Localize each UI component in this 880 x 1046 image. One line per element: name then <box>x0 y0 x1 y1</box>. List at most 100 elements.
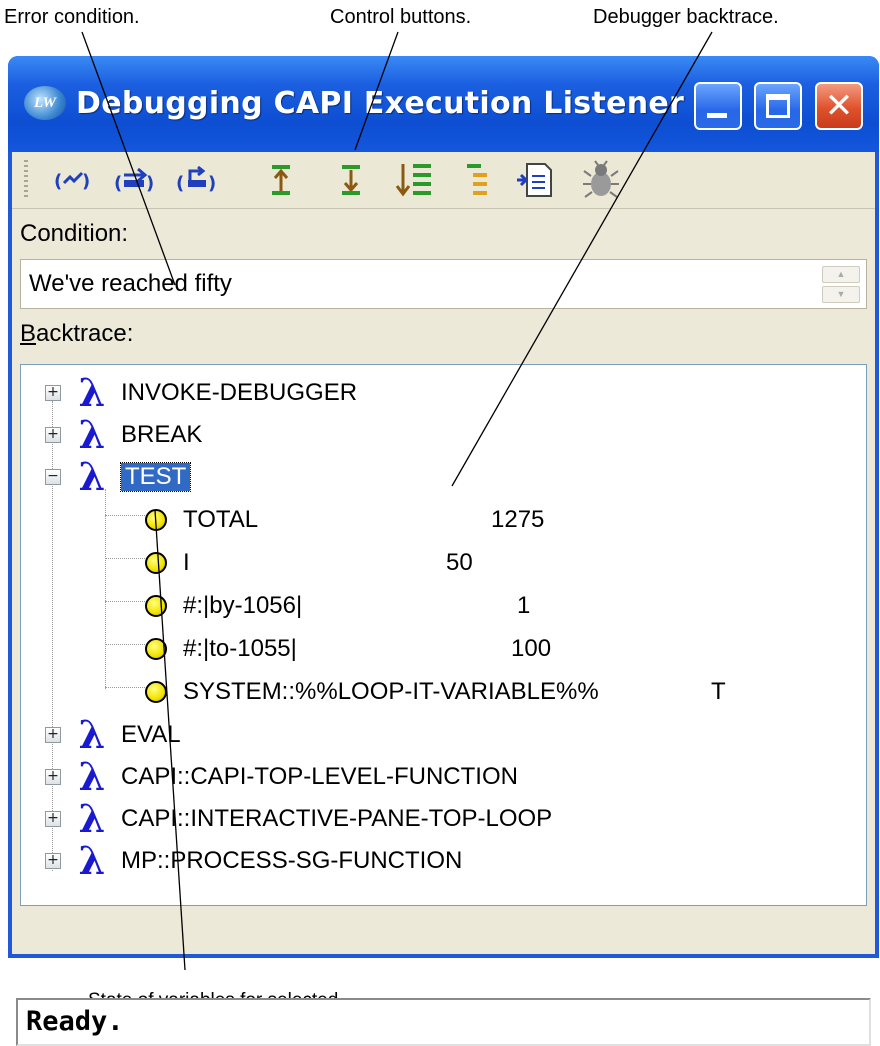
lambda-icon: λ <box>78 796 106 841</box>
debugger-window: LW Debugging CAPI Execution Listener 1 ✕… <box>8 56 879 1046</box>
maximize-icon <box>766 94 790 118</box>
frame-down-button[interactable] <box>328 158 374 202</box>
svg-text:): ) <box>208 173 216 194</box>
lambda-icon: λ <box>78 412 106 457</box>
toolbar-grip[interactable] <box>24 160 28 200</box>
svg-text:(: ( <box>176 173 184 194</box>
frame-row[interactable]: + λ MP::PROCESS-SG-FUNCTION <box>45 841 462 881</box>
variable-bullet-icon <box>145 638 167 660</box>
debug-bug-icon <box>583 160 619 198</box>
variable-row[interactable]: SYSTEM::%%LOOP-IT-VARIABLE%% <box>145 672 599 712</box>
variable-bullet-icon <box>145 595 167 617</box>
condition-label: Condition: <box>20 220 129 247</box>
continue-button[interactable]: ( ) <box>112 158 158 202</box>
variable-name: TOTAL <box>183 506 259 533</box>
variable-value: 1275 <box>491 506 545 533</box>
backtrace-label-text: acktrace: <box>36 320 134 347</box>
frame-row[interactable]: + λ CAPI::CAPI-TOP-LEVEL-FUNCTION <box>45 757 518 797</box>
variable-bullet-icon <box>145 509 167 531</box>
window-title: Debugging CAPI Execution Listener 1 <box>76 86 717 121</box>
bottom-frame-button[interactable] <box>392 158 438 202</box>
bottom-frame-icon <box>395 164 431 197</box>
variable-row[interactable]: TOTAL <box>145 500 258 540</box>
frame-row[interactable]: + λ INVOKE-DEBUGGER <box>45 373 357 413</box>
frame-name: INVOKE-DEBUGGER <box>121 379 358 406</box>
backtrace-tree[interactable]: + λ INVOKE-DEBUGGER + λ BREAK − λ TEST T… <box>20 364 867 906</box>
variable-name: #:|by-1056| <box>183 592 303 619</box>
svg-text:(: ( <box>54 171 62 192</box>
expand-plus-icon[interactable]: + <box>45 769 61 785</box>
variable-row[interactable]: I <box>145 543 190 583</box>
view-source-button[interactable] <box>512 158 558 202</box>
backtrace-label: Backtrace: <box>12 309 875 359</box>
svg-text:(: ( <box>114 173 122 194</box>
status-bar: Ready. <box>16 998 871 1046</box>
restart-button[interactable]: ( ) <box>174 158 220 202</box>
close-icon: ✕ <box>824 86 854 126</box>
close-button[interactable]: ✕ <box>815 82 863 130</box>
expand-plus-icon[interactable]: + <box>45 853 61 869</box>
variable-bullet-icon <box>145 681 167 703</box>
variable-value: T <box>711 678 726 705</box>
frame-name: CAPI::INTERACTIVE-PANE-TOP-LOOP <box>121 805 553 832</box>
view-source-icon <box>517 163 552 197</box>
callout-debugger-backtrace: Debugger backtrace. <box>593 6 779 28</box>
top-frame-button[interactable] <box>456 158 502 202</box>
frame-row[interactable]: + λ BREAK <box>45 415 202 455</box>
backtrace-label-mnemonic: B <box>20 320 37 347</box>
callout-control-buttons: Control buttons. <box>330 6 472 28</box>
lambda-icon: λ <box>78 712 106 757</box>
title-bar[interactable]: LW Debugging CAPI Execution Listener 1 ✕ <box>8 56 879 152</box>
collapse-minus-icon[interactable]: − <box>45 469 61 485</box>
restart-icon: ( ) <box>176 165 216 194</box>
top-frame-icon <box>467 164 487 195</box>
status-text: Ready. <box>26 1006 124 1037</box>
frame-up-icon <box>272 165 290 195</box>
variable-value: 100 <box>511 635 552 662</box>
frame-name: CAPI::CAPI-TOP-LEVEL-FUNCTION <box>121 763 518 790</box>
lambda-icon: λ <box>78 754 106 799</box>
variable-bullet-icon <box>145 552 167 574</box>
variable-name: SYSTEM::%%LOOP-IT-VARIABLE%% <box>183 678 599 705</box>
variable-row[interactable]: #:|by-1056| <box>145 586 302 626</box>
frame-row[interactable]: + λ CAPI::INTERACTIVE-PANE-TOP-LOOP <box>45 799 552 839</box>
toolbar: ( ) ( ) ( ) <box>12 152 875 209</box>
tree-guide-line <box>105 601 145 602</box>
condition-field[interactable]: We've reached fifty ▲ ▼ <box>20 259 867 309</box>
tree-guide-line <box>105 644 145 645</box>
maximize-button[interactable] <box>754 82 802 130</box>
lambda-icon: λ <box>78 454 106 499</box>
abort-button[interactable]: ( ) <box>50 158 96 202</box>
abort-icon: ( ) <box>54 171 90 192</box>
condition-scroll-spinner[interactable]: ▲ ▼ <box>822 266 860 303</box>
scroll-down-arrow-icon[interactable]: ▼ <box>822 286 860 303</box>
condition-text: We've reached fifty <box>29 270 232 297</box>
lambda-icon: λ <box>78 370 106 415</box>
scroll-up-arrow-icon[interactable]: ▲ <box>822 266 860 283</box>
expand-plus-icon[interactable]: + <box>45 427 61 443</box>
variable-name: #:|to-1055| <box>183 635 297 662</box>
expand-plus-icon[interactable]: + <box>45 811 61 827</box>
frame-row-selected[interactable]: − λ TEST <box>45 454 192 499</box>
frame-row[interactable]: + λ EVAL <box>45 715 181 755</box>
continue-icon: ( ) <box>114 167 154 194</box>
frame-name: BREAK <box>121 421 203 448</box>
tree-guide-line <box>105 515 145 516</box>
debug-bug-button[interactable] <box>578 158 624 202</box>
callout-error-condition: Error condition. <box>4 6 140 28</box>
lambda-icon: λ <box>78 838 106 883</box>
expand-plus-icon[interactable]: + <box>45 385 61 401</box>
frame-up-button[interactable] <box>258 158 304 202</box>
svg-text:): ) <box>82 171 90 192</box>
frame-name: EVAL <box>121 721 181 748</box>
tree-guide-line <box>105 558 145 559</box>
frame-name: TEST <box>119 462 192 492</box>
expand-plus-icon[interactable]: + <box>45 727 61 743</box>
minimize-icon <box>707 113 727 118</box>
tree-guide-line <box>105 489 106 689</box>
tree-guide-line <box>105 687 145 688</box>
minimize-button[interactable] <box>694 82 742 130</box>
frame-down-icon <box>342 165 360 195</box>
variable-row[interactable]: #:|to-1055| <box>145 629 297 669</box>
lispworks-app-icon: LW <box>24 86 66 120</box>
